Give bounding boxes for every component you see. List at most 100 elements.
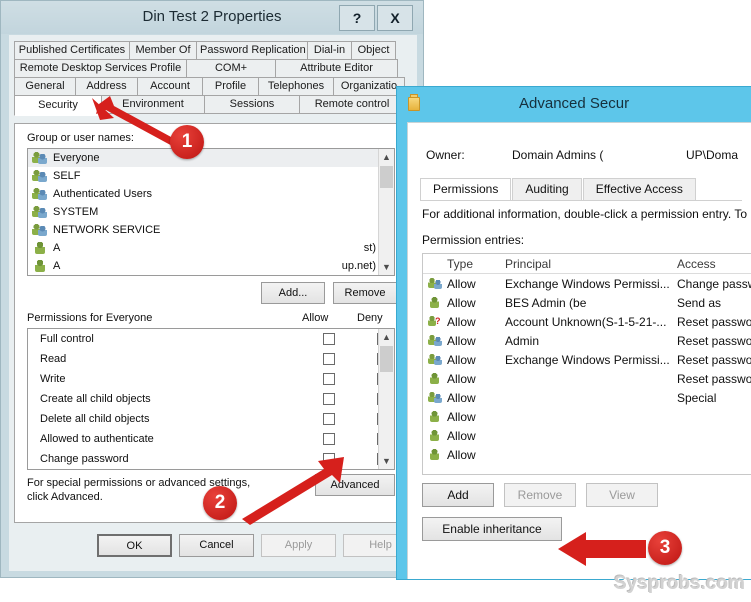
tab-member-of[interactable]: Member Of <box>129 41 197 60</box>
permission-entries-table[interactable]: Type Principal Access Allow Exchange Wind… <box>422 253 751 475</box>
help-icon[interactable]: ? <box>339 5 375 31</box>
scroll-up-icon[interactable]: ▲ <box>379 149 394 165</box>
tab-auditing[interactable]: Auditing <box>512 178 582 200</box>
allow-cell <box>302 453 356 466</box>
table-row[interactable]: Allow Reset password <box>423 369 751 388</box>
tab-permissions[interactable]: Permissions <box>420 178 512 200</box>
table-row[interactable]: Allow Exchange Windows Permissi... Reset p… <box>423 350 751 369</box>
enable-inheritance-button[interactable]: Enable inheritance <box>422 517 562 541</box>
permission-row[interactable]: Read <box>28 349 394 369</box>
entry-access: Reset password <box>677 333 751 348</box>
allow-checkbox[interactable] <box>323 373 335 386</box>
table-row[interactable]: Allow <box>423 445 751 464</box>
apply-button[interactable]: Apply <box>261 534 336 557</box>
scroll-up-icon[interactable]: ▲ <box>379 329 394 345</box>
tab-organizatio[interactable]: Organizatio <box>333 77 405 96</box>
tab-attribute-editor[interactable]: Attribute Editor <box>275 59 398 78</box>
tab-address[interactable]: Address <box>75 77 138 96</box>
tab-row: Security Environment Sessions Remote contro… <box>14 95 414 116</box>
tab-general[interactable]: General <box>14 77 76 96</box>
entry-type: Allow <box>447 276 476 291</box>
tab-account[interactable]: Account <box>137 77 203 96</box>
list-item[interactable]: SYSTEM <box>28 203 394 221</box>
allow-checkbox[interactable] <box>323 333 335 346</box>
entry-type: Allow <box>447 428 476 443</box>
list-item[interactable]: Ast) <box>28 239 394 257</box>
entry-type: Allow <box>447 409 476 424</box>
add-permission-button[interactable]: Add <box>422 483 494 507</box>
tab-effective-access[interactable]: Effective Access <box>582 178 696 200</box>
group-list-scrollbar[interactable]: ▲ ▼ <box>378 149 394 275</box>
tab-profile[interactable]: Profile <box>202 77 259 96</box>
tab-sessions[interactable]: Sessions <box>204 95 300 114</box>
allow-checkbox[interactable] <box>323 353 335 366</box>
group-icon <box>428 334 443 347</box>
tab-remote-control[interactable]: Remote control <box>299 95 405 114</box>
permissions-list-scrollbar[interactable]: ▲ ▼ <box>378 329 394 469</box>
permission-row[interactable]: Create all child objects <box>28 389 394 409</box>
tab-com[interactable]: COM+ <box>186 59 276 78</box>
permission-row[interactable]: Delete all child objects <box>28 409 394 429</box>
permission-row[interactable]: Allowed to authenticate <box>28 429 394 449</box>
list-item[interactable]: NETWORK SERVICE <box>28 221 394 239</box>
table-row[interactable]: Allow <box>423 407 751 426</box>
permission-name: Read <box>40 353 67 365</box>
table-row[interactable]: Allow Exchange Windows Permissi... Change … <box>423 274 751 293</box>
view-permission-button[interactable]: View <box>586 483 658 507</box>
properties-button-bar: OK Cancel Apply Help <box>14 531 418 563</box>
permission-row[interactable]: Change password <box>28 449 394 469</box>
entry-type: Allow <box>447 447 476 462</box>
table-row[interactable]: Allow Special <box>423 388 751 407</box>
remove-permission-button[interactable]: Remove <box>504 483 576 507</box>
advanced-tab-strip: Permissions Auditing Effective Access <box>420 178 742 201</box>
table-row[interactable]: Allow Account Unknown(S-1-5-21-... Reset p… <box>423 312 751 331</box>
advanced-title: Advanced Secur <box>519 95 630 112</box>
list-item[interactable]: Aup.net) <box>28 257 394 275</box>
permission-name: Change password <box>40 453 129 465</box>
group-icon <box>428 277 443 290</box>
allow-checkbox[interactable] <box>323 453 335 466</box>
list-item-label: SELF <box>53 170 81 182</box>
tab-object[interactable]: Object <box>351 41 396 60</box>
permission-row[interactable]: Write <box>28 369 394 389</box>
tab-environment[interactable]: Environment <box>101 95 205 114</box>
permissions-list[interactable]: Full control Read Write Create all child ob… <box>27 328 395 470</box>
permission-entries-body: Allow Exchange Windows Permissi... Change … <box>423 274 751 464</box>
entry-type: Allow <box>447 371 476 386</box>
list-item[interactable]: SELF <box>28 167 394 185</box>
remove-button[interactable]: Remove <box>333 282 397 304</box>
allow-cell <box>302 393 356 406</box>
close-icon[interactable]: X <box>377 5 413 31</box>
list-item[interactable]: Authenticated Users <box>28 185 394 203</box>
tab-remote-desktop-services-profile[interactable]: Remote Desktop Services Profile <box>14 59 187 78</box>
advanced-titlebar[interactable]: Advanced Secur <box>397 87 751 122</box>
entry-icon-cell <box>423 429 447 442</box>
cancel-button[interactable]: Cancel <box>179 534 254 557</box>
scrollbar-thumb[interactable] <box>380 166 393 188</box>
additional-information-text: For additional information, double-click… <box>422 207 748 221</box>
list-item[interactable]: Everyone <box>28 149 394 167</box>
tab-dial-in[interactable]: Dial-in <box>307 41 352 60</box>
scroll-down-icon[interactable]: ▼ <box>379 259 394 275</box>
table-row[interactable]: Allow Admin Reset password <box>423 331 751 350</box>
allow-checkbox[interactable] <box>323 433 335 446</box>
advanced-button[interactable]: Advanced <box>315 474 395 496</box>
tab-security[interactable]: Security <box>14 95 102 116</box>
tab-password-replication[interactable]: Password Replication <box>196 41 308 60</box>
ok-button[interactable]: OK <box>97 534 172 557</box>
allow-checkbox[interactable] <box>323 413 335 426</box>
tab-published-certificates[interactable]: Published Certificates <box>14 41 130 60</box>
permission-row[interactable]: Full control <box>28 329 394 349</box>
tab-telephones[interactable]: Telephones <box>258 77 334 96</box>
table-row[interactable]: Allow <box>423 426 751 445</box>
add-button[interactable]: Add... <box>261 282 325 304</box>
tab-row: Remote Desktop Services Profile COM+ Attri… <box>14 59 414 78</box>
group-or-user-names-list[interactable]: Everyone SELF Authenticated Users SYSTEM NET… <box>27 148 395 276</box>
properties-titlebar[interactable]: Din Test 2 Properties ? X <box>1 1 423 34</box>
allow-checkbox[interactable] <box>323 393 335 406</box>
scrollbar-thumb[interactable] <box>380 346 393 372</box>
callout-number-2: 2 <box>203 486 237 520</box>
table-row[interactable]: Allow BES Admin (be Send as <box>423 293 751 312</box>
entry-access: Special <box>677 390 717 405</box>
scroll-down-icon[interactable]: ▼ <box>379 453 394 469</box>
